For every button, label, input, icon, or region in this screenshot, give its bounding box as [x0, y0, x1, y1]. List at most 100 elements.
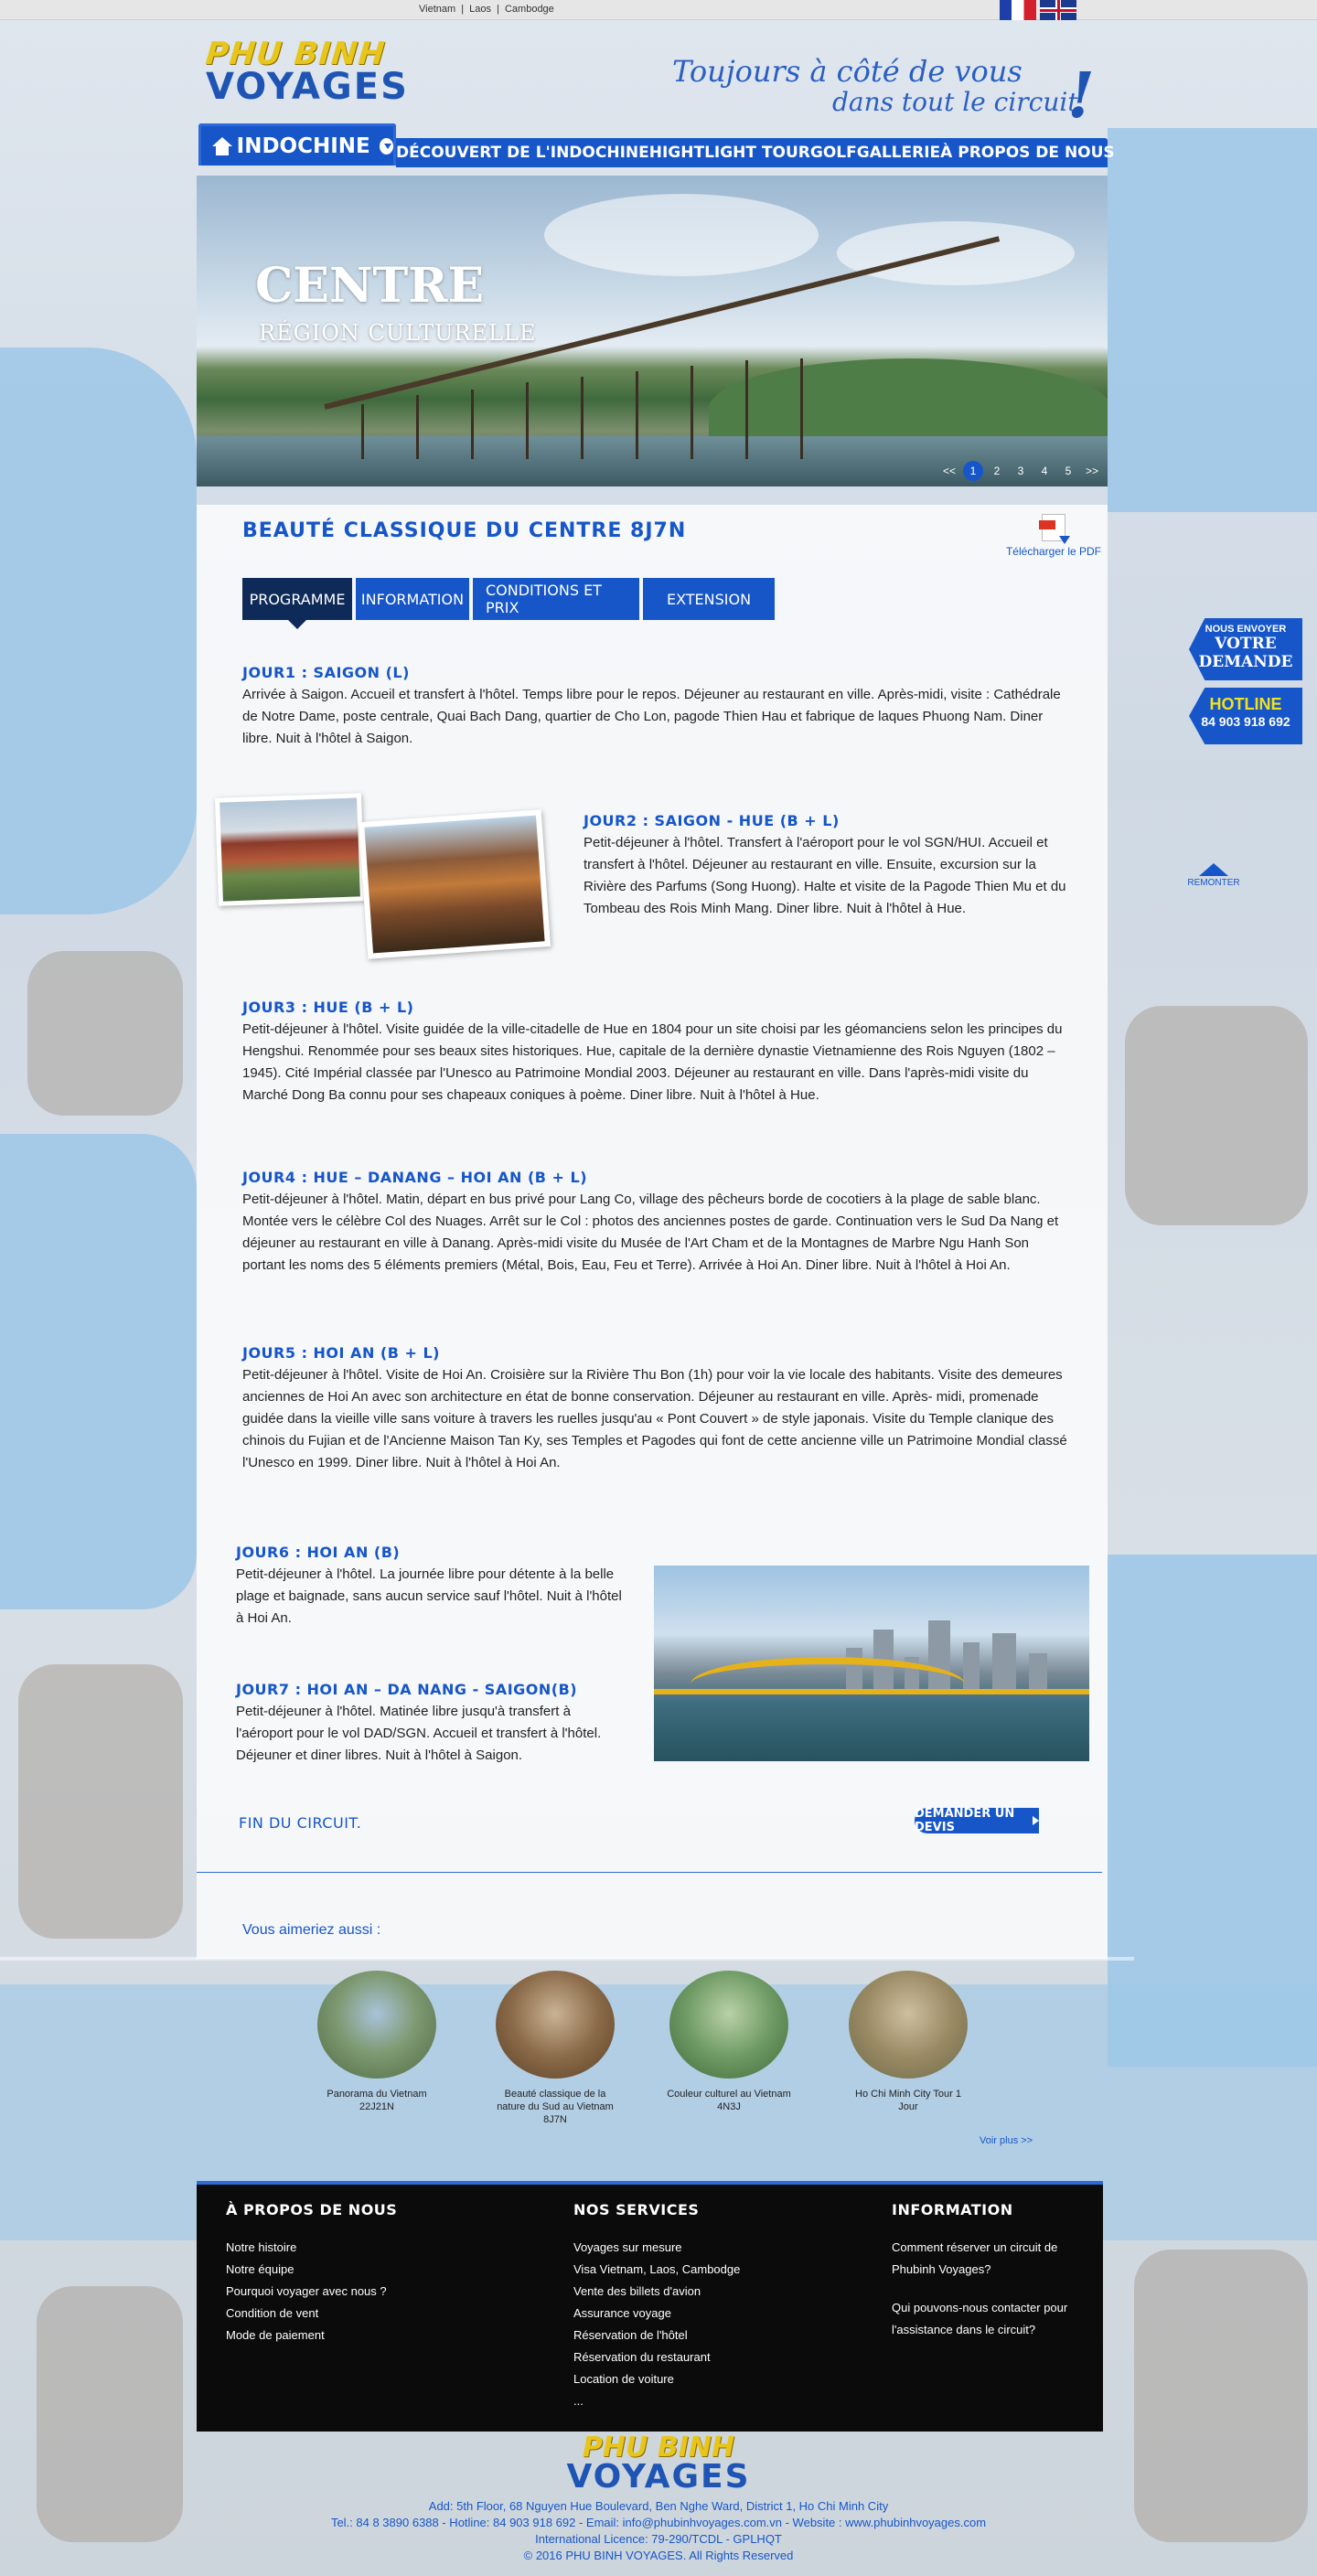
copyright: © 2016 PHU BINH VOYAGES. All Rights Rese… [523, 2549, 794, 2562]
pager-page-4[interactable]: 4 [1034, 461, 1055, 481]
pager-next[interactable]: >> [1082, 461, 1102, 481]
country-links: Vietnam | Laos | Cambodge [419, 4, 554, 15]
day-2: JOUR2 : SAIGON - HUE (B + L) Petit-déjeu… [584, 810, 1082, 920]
footer-link[interactable]: Vente des billets d'avion [573, 2281, 740, 2303]
top-bar: Vietnam | Laos | Cambodge [0, 0, 1317, 20]
footer-link[interactable]: Visa Vietnam, Laos, Cambodge [573, 2259, 740, 2281]
brand-logo[interactable]: PHU BINH VOYAGES [204, 36, 409, 105]
day-7: JOUR7 : HOI AN – DA NANG - SAIGON(B) Pet… [236, 1679, 629, 1767]
main-panel: PHU BINH VOYAGES Toujours à côté de vous… [197, 20, 1115, 2146]
slide-subtitle: RÉGION CULTURELLE [259, 320, 537, 346]
divider [197, 1872, 1102, 1873]
slider-pager: << 1 2 3 4 5 >> [939, 461, 1102, 481]
day-text: Petit-déjeuner à l'hôtel. Matin, départ … [242, 1192, 1059, 1273]
footer-link[interactable]: Mode de paiement [226, 2325, 397, 2346]
pager-page-3[interactable]: 3 [1011, 461, 1031, 481]
footer-link[interactable]: Location de voiture [573, 2368, 740, 2390]
related-item-label: Panorama du Vietnam 22J21N [327, 2089, 427, 2112]
send-request-button[interactable]: NOUS ENVOYER VOTRE DEMANDE [1189, 618, 1302, 680]
pager-page-1[interactable]: 1 [963, 461, 983, 481]
day-title: JOUR1 : SAIGON (L) [242, 664, 410, 681]
see-more-link[interactable]: Voir plus >> [980, 2135, 1033, 2146]
hotline-button[interactable]: HOTLINE 84 903 918 692 [1189, 688, 1302, 744]
tab-programme[interactable]: PROGRAMME [242, 578, 352, 629]
related-item[interactable]: Ho Chi Minh City Tour 1 Jour [844, 1971, 972, 2113]
back-to-top-button[interactable]: REMONTER [1183, 863, 1244, 888]
end-of-tour-label: FIN DU CIRCUIT. [239, 1814, 362, 1832]
nav-item-decouvert[interactable]: DÉCOUVERT DE L'INDOCHINE [396, 144, 649, 162]
bottom-credits: PHU BINH VOYAGES Add: 5th Floor, 68 Nguy… [0, 2434, 1317, 2564]
pdf-icon [1039, 514, 1070, 544]
country-link-laos[interactable]: Laos [469, 4, 491, 15]
pager-prev[interactable]: << [939, 461, 959, 481]
tagline-line-2: dans tout le circuit [832, 87, 1078, 117]
day-5: JOUR5 : HOI AN (B + L) Petit-déjeuner à … [242, 1342, 1073, 1474]
day-text: Petit-déjeuner à l'hôtel. Matinée libre … [236, 1704, 602, 1763]
country-link-vietnam[interactable]: Vietnam [419, 4, 455, 15]
company-licence: International Licence: 79-290/TCDL - GPL… [535, 2532, 782, 2546]
nav-item-gallerie[interactable]: GALLERIE [857, 144, 940, 162]
country-link-cambodge[interactable]: Cambodge [505, 4, 554, 15]
tour-tabs: PROGRAMME INFORMATION CONDITIONS ET PRIX… [242, 578, 775, 629]
company-contacts: Tel.: 84 8 3890 6388 - Hotline: 84 903 9… [330, 2516, 987, 2529]
back-to-top-label: REMONTER [1187, 878, 1240, 888]
footer-link[interactable]: Comment réserver un circuit de Phubinh V… [892, 2237, 1084, 2281]
tagline-line-1: Toujours à côté de vous [672, 54, 1023, 89]
pdf-download-label: Télécharger le PDF [1005, 545, 1102, 558]
related-item[interactable]: Beauté classique de la nature du Sud au … [491, 1971, 619, 2126]
request-line-2: VOTRE [1215, 635, 1277, 653]
day-6: JOUR6 : HOI AN (B) Petit-déjeuner à l'hô… [236, 1542, 629, 1630]
uk-flag-icon[interactable] [1040, 0, 1076, 20]
day-3: JOUR3 : HUE (B + L) Petit-déjeuner à l'h… [242, 997, 1073, 1106]
footer-info: INFORMATION Comment réserver un circuit … [892, 2201, 1084, 2357]
company-address: Add: 5th Floor, 68 Nguyen Hue Boulevard,… [428, 2499, 889, 2513]
main-navigation: INDOCHINE DÉCOUVERT DE L'INDOCHINE HIGHT… [197, 123, 1115, 167]
language-switcher [1000, 0, 1076, 20]
footer-link[interactable]: Réservation du restaurant [573, 2346, 740, 2368]
request-line-3: DEMANDE [1198, 653, 1293, 671]
nav-home-indochine[interactable]: INDOCHINE [198, 123, 396, 166]
hotline-label: HOTLINE [1209, 695, 1282, 713]
related-item[interactable]: Couleur culturel au Vietnam 4N3J [665, 1971, 793, 2113]
arrow-up-icon [1199, 863, 1228, 876]
tab-extension[interactable]: EXTENSION [643, 578, 775, 620]
tab-information[interactable]: INFORMATION [356, 578, 469, 620]
nav-item-a-propos[interactable]: À PROPOS DE NOUS [940, 144, 1115, 162]
french-flag-icon[interactable] [1000, 0, 1036, 20]
related-item-label: Ho Chi Minh City Tour 1 Jour [855, 2089, 961, 2112]
tab-conditions-prix[interactable]: CONDITIONS ET PRIX [473, 578, 639, 620]
related-item[interactable]: Panorama du Vietnam 22J21N [313, 1971, 441, 2113]
day-title: JOUR4 : HUE – DANANG – HOI AN (B + L) [242, 1169, 588, 1186]
separator: | [461, 4, 465, 15]
request-quote-button[interactable]: DEMANDER UN DEVIS [915, 1807, 1039, 1834]
related-item-label: Beauté classique de la nature du Sud au … [497, 2089, 614, 2125]
photo-hue-citadel [214, 793, 366, 906]
nav-menu: DÉCOUVERT DE L'INDOCHINE HIGHTLIGHT TOUR… [396, 138, 1115, 167]
footer-link[interactable]: Assurance voyage [573, 2303, 740, 2325]
hero-slider: CENTRE RÉGION CULTURELLE << 1 2 3 4 5 >> [197, 176, 1108, 486]
footer-link[interactable]: Condition de vent [226, 2303, 397, 2325]
nav-item-highlight-tour[interactable]: HIGHTLIGHT TOUR [649, 144, 810, 162]
day-text: Petit-déjeuner à l'hôtel. Visite guidée … [242, 1021, 1063, 1103]
footer-link[interactable]: Voyages sur mesure [573, 2237, 740, 2259]
footer-about: À PROPOS DE NOUS Notre histoire Notre éq… [226, 2201, 397, 2346]
photo-hue-street [359, 809, 551, 959]
slide-title: CENTRE [255, 258, 485, 314]
day-text: Petit-déjeuner à l'hôtel. Transfert à l'… [584, 835, 1066, 916]
footer-link[interactable]: Qui pouvons-nous contacter pour l'assist… [892, 2297, 1084, 2341]
footer-link[interactable]: ... [573, 2390, 740, 2412]
day-text: Arrivée à Saigon. Accueil et transfert à… [242, 687, 1061, 746]
request-line-1: NOUS ENVOYER [1205, 624, 1287, 635]
pager-page-2[interactable]: 2 [987, 461, 1007, 481]
day-text: Petit-déjeuner à l'hôtel. La journée lib… [236, 1566, 622, 1626]
footer-link[interactable]: Réservation de l'hôtel [573, 2325, 740, 2346]
photo-danang-bridge [654, 1566, 1089, 1761]
tagline: Toujours à côté de vous dans tout le cir… [672, 54, 1095, 133]
pdf-download[interactable]: Télécharger le PDF [1003, 514, 1104, 558]
related-item-image [849, 1971, 968, 2079]
nav-item-golf[interactable]: GOLF [810, 144, 857, 162]
footer-link[interactable]: Notre équipe [226, 2259, 397, 2281]
footer-link[interactable]: Notre histoire [226, 2237, 397, 2259]
pager-page-5[interactable]: 5 [1058, 461, 1078, 481]
footer-link[interactable]: Pourquoi voyager avec nous ? [226, 2281, 397, 2303]
